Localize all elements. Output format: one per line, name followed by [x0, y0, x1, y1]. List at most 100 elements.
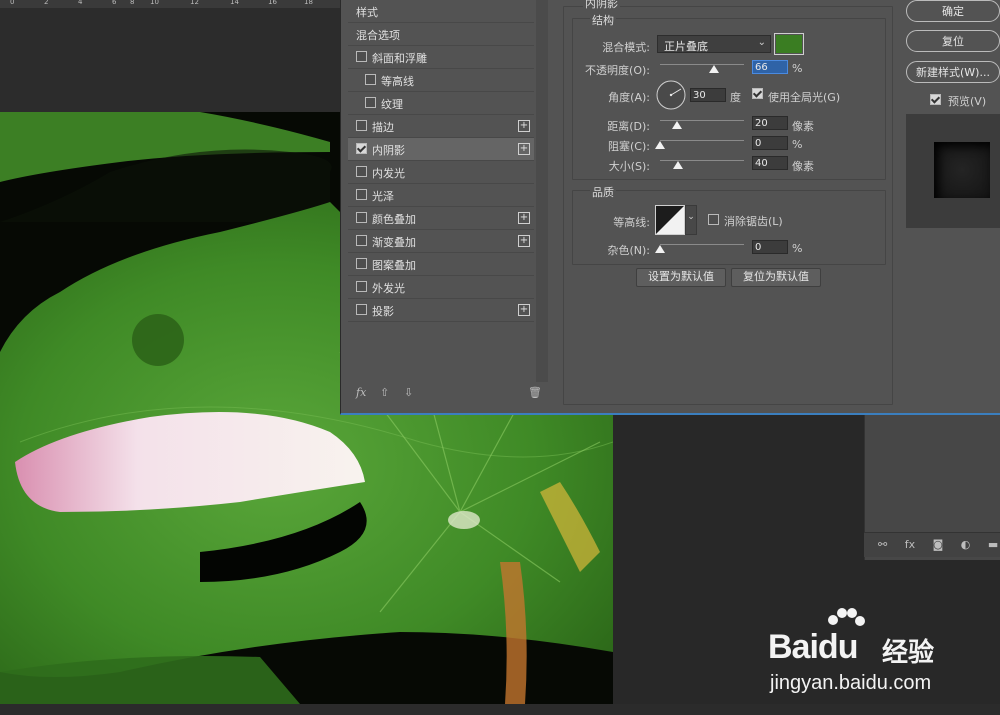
style-checkbox[interactable]	[356, 258, 367, 269]
add-effect-button[interactable]: +	[518, 143, 530, 155]
noise-slider-thumb[interactable]	[655, 245, 665, 253]
fx-menu-button[interactable]: fx	[356, 386, 366, 399]
contour-label: 等高线:	[613, 216, 650, 229]
choke-unit: %	[792, 138, 803, 151]
style-checkbox[interactable]	[365, 97, 376, 108]
style-item-gradient-overlay[interactable]: 渐变叠加 +	[348, 230, 534, 253]
opacity-slider-thumb[interactable]	[709, 65, 719, 73]
add-effect-button[interactable]: +	[518, 212, 530, 224]
distance-input[interactable]: 20	[752, 116, 788, 130]
noise-label: 杂色(N):	[607, 244, 650, 257]
global-light-checkbox[interactable]	[752, 88, 763, 99]
size-input[interactable]: 40	[752, 156, 788, 170]
angle-input[interactable]: 30	[690, 88, 726, 102]
styles-list-footer: fx ⇧ ⇩ 🗑	[348, 382, 548, 406]
style-checkbox[interactable]	[356, 166, 367, 177]
opacity-unit: %	[792, 62, 803, 75]
new-style-button[interactable]: 新建样式(W)...	[906, 61, 1000, 83]
style-item-outer-glow[interactable]: 外发光	[348, 276, 534, 299]
blend-mode-label: 混合模式:	[602, 41, 650, 54]
move-down-icon[interactable]: ⇩	[404, 386, 413, 399]
noise-input[interactable]: 0	[752, 240, 788, 254]
preview-box	[906, 114, 1000, 228]
add-effect-button[interactable]: +	[518, 304, 530, 316]
style-label: 投影	[372, 305, 394, 318]
style-item-stroke[interactable]: 描边 +	[348, 115, 534, 138]
global-light-label: 使用全局光(G)	[768, 91, 841, 104]
style-checkbox[interactable]	[356, 51, 367, 62]
styles-header[interactable]: 样式	[348, 0, 534, 23]
style-item-bevel-emboss[interactable]: 斜面和浮雕	[348, 46, 534, 69]
choke-slider[interactable]	[660, 140, 744, 141]
ruler-tick: 10	[150, 0, 159, 6]
folder-icon[interactable]: ▬	[988, 538, 998, 551]
blend-options-item[interactable]: 混合选项	[348, 23, 534, 46]
style-label: 颜色叠加	[372, 213, 416, 226]
style-item-color-overlay[interactable]: 颜色叠加 +	[348, 207, 534, 230]
choke-slider-thumb[interactable]	[655, 141, 665, 149]
distance-unit: 像素	[792, 120, 814, 133]
style-label: 外发光	[372, 282, 405, 295]
styles-list-scrollbar[interactable]	[536, 0, 548, 382]
style-checkbox[interactable]	[356, 143, 367, 154]
contour-picker[interactable]	[655, 205, 685, 235]
style-checkbox[interactable]	[356, 304, 367, 315]
style-label: 内阴影	[372, 144, 405, 157]
style-item-contour[interactable]: 等高线	[348, 69, 534, 92]
style-item-pattern-overlay[interactable]: 图案叠加	[348, 253, 534, 276]
fx-icon[interactable]: fx	[905, 538, 915, 551]
style-checkbox[interactable]	[365, 74, 376, 85]
angle-label: 角度(A):	[608, 91, 650, 104]
style-label: 等高线	[381, 75, 414, 88]
style-checkbox[interactable]	[356, 281, 367, 292]
adjustment-icon[interactable]: ◐	[961, 538, 971, 551]
ruler-tick: 8	[130, 0, 135, 6]
style-item-inner-glow[interactable]: 内发光	[348, 161, 534, 184]
set-default-button[interactable]: 设置为默认值	[636, 268, 726, 287]
opacity-slider[interactable]	[660, 64, 744, 65]
style-item-drop-shadow[interactable]: 投影 +	[348, 299, 534, 322]
choke-input[interactable]: 0	[752, 136, 788, 150]
style-label: 图案叠加	[372, 259, 416, 272]
link-icon[interactable]: ⚯	[878, 538, 887, 551]
contour-dropdown-chevron-icon[interactable]: ⌄	[685, 205, 697, 235]
styles-list: 样式 混合选项 斜面和浮雕 等高线 纹理 描边 + 内阴影 + 内发光 光泽 颜…	[348, 0, 534, 382]
watermark-url: jingyan.baidu.com	[770, 672, 932, 694]
preview-swatch	[934, 142, 990, 198]
style-item-inner-shadow[interactable]: 内阴影 +	[348, 138, 534, 161]
reset-default-button[interactable]: 复位为默认值	[731, 268, 821, 287]
reset-button[interactable]: 复位	[906, 30, 1000, 52]
add-effect-button[interactable]: +	[518, 235, 530, 247]
distance-slider-thumb[interactable]	[672, 121, 682, 129]
mask-icon[interactable]: ◙	[933, 538, 944, 551]
style-label: 斜面和浮雕	[372, 52, 427, 65]
opacity-input[interactable]: 66	[752, 60, 788, 74]
trash-icon[interactable]: 🗑	[528, 386, 542, 399]
preview-label: 预览(V)	[948, 95, 987, 108]
blend-mode-select[interactable]: 正片叠底 ⌄	[657, 35, 771, 53]
style-checkbox[interactable]	[356, 235, 367, 246]
canvas-background	[0, 8, 340, 112]
style-checkbox[interactable]	[356, 189, 367, 200]
opacity-label: 不透明度(O):	[585, 64, 650, 77]
style-item-satin[interactable]: 光泽	[348, 184, 534, 207]
style-checkbox[interactable]	[356, 212, 367, 223]
angle-dial[interactable]	[655, 79, 687, 111]
ruler-tick: 14	[230, 0, 239, 6]
status-strip	[0, 704, 1000, 715]
noise-slider[interactable]	[660, 244, 744, 245]
style-item-texture[interactable]: 纹理	[348, 92, 534, 115]
add-effect-button[interactable]: +	[518, 120, 530, 132]
style-label: 渐变叠加	[372, 236, 416, 249]
preview-checkbox[interactable]	[930, 94, 941, 105]
choke-label: 阻塞(C):	[608, 140, 650, 153]
blend-color-swatch[interactable]	[774, 33, 804, 55]
ruler-tick: 0	[10, 0, 15, 6]
size-slider-thumb[interactable]	[673, 161, 683, 169]
style-checkbox[interactable]	[356, 120, 367, 131]
size-label: 大小(S):	[608, 160, 650, 173]
antialias-checkbox[interactable]	[708, 214, 719, 225]
ruler-tick: 6	[112, 0, 117, 6]
ok-button[interactable]: 确定	[906, 0, 1000, 22]
move-up-icon[interactable]: ⇧	[380, 386, 389, 399]
